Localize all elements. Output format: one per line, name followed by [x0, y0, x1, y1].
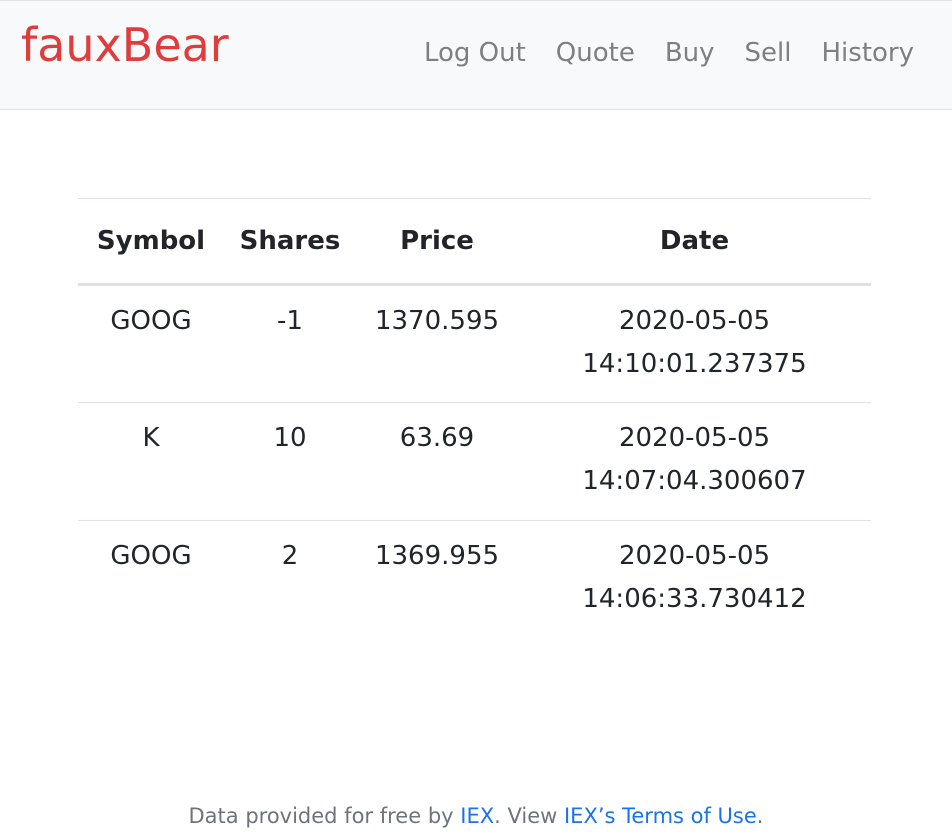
cell-date: 2020-05-05 14:07:04.300607: [518, 402, 871, 521]
nav-item-sell: Sell: [745, 33, 792, 73]
date-text: 2020-05-05: [618, 306, 771, 336]
navbar: fauxBear Log Out Quote Buy Sell History: [0, 0, 952, 110]
cell-symbol: GOOG: [110, 541, 192, 571]
iex-link[interactable]: IEX: [460, 804, 494, 828]
date-text: 2020-05-05: [618, 541, 771, 571]
footer-middle: . View: [494, 804, 564, 828]
time-text: 14:10:01.237375: [582, 349, 807, 379]
header-symbol: Symbol: [78, 198, 224, 286]
terms-of-use-link[interactable]: IEX’s Terms of Use: [564, 804, 757, 828]
cell-shares: 10: [224, 402, 356, 521]
nav-item-logout: Log Out: [424, 33, 526, 73]
cell-symbol: GOOG: [78, 284, 224, 403]
table-row: GOOG 2 1369.955 2020-05-05 14:06:33.7304…: [78, 521, 871, 639]
nav-item-quote: Quote: [556, 33, 635, 73]
sell-link[interactable]: Sell: [745, 38, 792, 68]
footer: Data provided for free by IEX. View IEX’…: [0, 798, 952, 834]
history-link[interactable]: History: [822, 38, 915, 68]
cell-date: 2020-05-05 14:10:01.237375: [518, 284, 871, 403]
cell-price: 63.69: [356, 402, 518, 521]
cell-date: 2020-05-05 14:06:33.730412: [518, 521, 871, 639]
nav-item-history: History: [822, 33, 915, 73]
buy-link[interactable]: Buy: [665, 38, 715, 68]
nav-item-buy: Buy: [665, 33, 715, 73]
table-body: GOOG -1 1370.595 2020-05-05 14:10:01.237…: [78, 284, 871, 639]
footer-prefix: Data provided for free by: [188, 804, 461, 828]
header-row: Symbol Shares Price Date: [78, 198, 871, 286]
main-content: Symbol Shares Price Date GOOG -1 1370.59…: [78, 198, 871, 639]
date-text: 2020-05-05: [618, 423, 771, 453]
nav-menu: Log Out Quote Buy Sell History: [424, 33, 914, 73]
cell-shares: -1: [224, 284, 356, 403]
logout-link[interactable]: Log Out: [424, 38, 526, 68]
time-text: 14:07:04.300607: [582, 466, 807, 496]
cell-symbol: K: [78, 402, 224, 521]
cell-shares: 2: [281, 541, 299, 571]
table-row: K 10 63.69 2020-05-05 14:07:04.300607: [78, 402, 871, 521]
cell-price: 1369.955: [374, 541, 500, 571]
time-text: 14:06:33.730412: [582, 584, 807, 614]
table-header: Symbol Shares Price Date: [78, 198, 871, 286]
history-table: Symbol Shares Price Date GOOG -1 1370.59…: [78, 198, 871, 639]
header-shares: Shares: [224, 198, 356, 286]
brand-logo[interactable]: fauxBear: [21, 15, 229, 75]
quote-link[interactable]: Quote: [556, 38, 635, 68]
header-date: Date: [518, 198, 871, 286]
cell-price: 1370.595: [356, 284, 518, 403]
header-price: Price: [356, 198, 518, 286]
table-row: GOOG -1 1370.595 2020-05-05 14:10:01.237…: [78, 284, 871, 403]
footer-suffix: .: [756, 804, 764, 828]
